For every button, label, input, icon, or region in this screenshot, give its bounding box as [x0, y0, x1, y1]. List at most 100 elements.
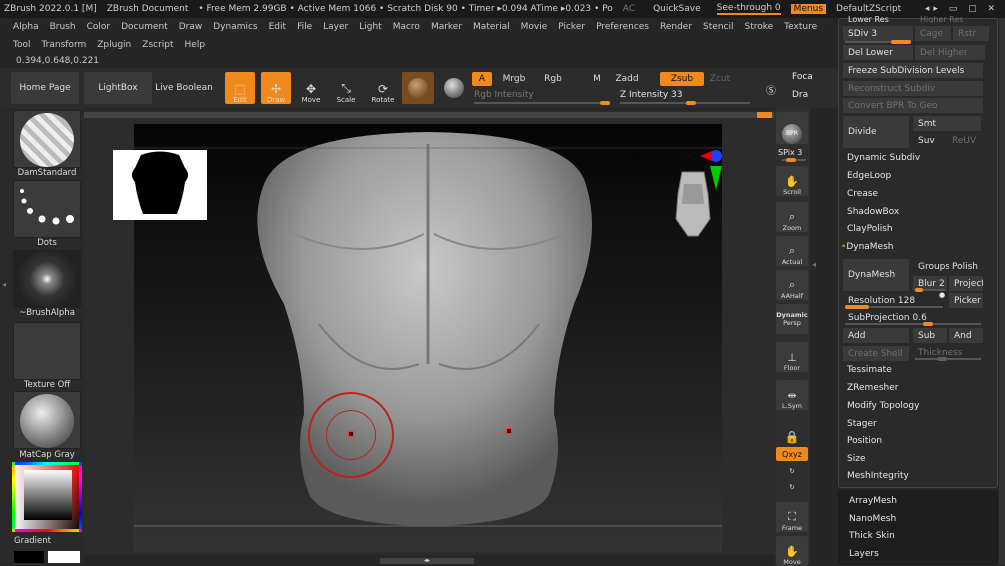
menu-color[interactable]: Color — [87, 22, 111, 32]
mrgb-button[interactable]: Mrgb — [494, 72, 534, 86]
menu-layer[interactable]: Layer — [323, 22, 348, 32]
and-button[interactable]: And — [949, 328, 983, 343]
shadowbox-menu[interactable]: ShadowBox — [847, 207, 899, 217]
zoom-button[interactable]: ⌕ Zoom — [776, 202, 808, 232]
sub-button[interactable]: Sub — [913, 328, 947, 343]
menu-marker[interactable]: Marker — [431, 22, 462, 32]
sdiv-track[interactable] — [845, 40, 911, 44]
draw-button[interactable]: ✢ Draw — [261, 72, 291, 104]
menu-dynamics[interactable]: Dynamics — [213, 22, 257, 32]
tessimate-menu[interactable]: Tessimate — [847, 365, 892, 375]
menu-preferences[interactable]: Preferences — [596, 22, 649, 32]
project-button[interactable]: Project — [949, 276, 983, 291]
z-intensity-slider[interactable]: Z Intensity 33 — [620, 90, 683, 100]
window-controls-icon[interactable]: ◂▸ ▭ ▢ ✕ — [925, 4, 999, 14]
aahalf-button[interactable]: ⌕ AAHalf — [776, 270, 808, 300]
subprojection-track[interactable] — [845, 322, 981, 326]
rstr-button[interactable]: Rstr — [953, 26, 989, 41]
meshintegrity-menu[interactable]: MeshIntegrity — [847, 471, 909, 481]
menu-texture[interactable]: Texture — [784, 22, 817, 32]
smt-button[interactable]: Smt — [913, 116, 981, 131]
menu-brush[interactable]: Brush — [50, 22, 76, 32]
edgeloop-menu[interactable]: EdgeLoop — [847, 171, 891, 181]
axis-gizmo-icon[interactable] — [700, 146, 722, 190]
stroke-thumbnail[interactable] — [13, 180, 81, 238]
menus-button[interactable]: Menus — [790, 4, 827, 14]
picker-button[interactable]: Picker — [949, 293, 983, 308]
menu-draw[interactable]: Draw — [179, 22, 203, 32]
default-zscript-button[interactable]: DefaultZScript — [836, 4, 901, 14]
s-icon[interactable]: Ⓢ — [758, 76, 784, 102]
menu-alpha[interactable]: Alpha — [13, 22, 39, 32]
cage-button[interactable]: Cage — [915, 26, 951, 41]
viewport[interactable] — [134, 124, 722, 552]
menu-tool[interactable]: Tool — [13, 40, 30, 50]
reuv-button[interactable]: ReUV — [947, 133, 981, 148]
spix-slider[interactable]: SPix 3 — [778, 148, 802, 157]
menu-stroke[interactable]: Stroke — [744, 22, 773, 32]
del-higher-button[interactable]: Del Higher — [915, 45, 985, 60]
menu-movie[interactable]: Movie — [521, 22, 548, 32]
m-button[interactable]: M — [588, 72, 606, 86]
groups-toggle[interactable]: Groups — [913, 259, 949, 274]
rgb-intensity-slider[interactable]: Rgb Intensity — [474, 90, 534, 100]
a-button[interactable]: A — [472, 72, 492, 86]
menu-render[interactable]: Render — [660, 22, 692, 32]
scale-button[interactable]: ⤡ Scale — [331, 72, 361, 104]
lower-res-button[interactable]: Lower Res — [843, 15, 913, 23]
menu-macro[interactable]: Macro — [393, 22, 420, 32]
crease-menu[interactable]: Crease — [847, 189, 878, 199]
material-thumbnail[interactable] — [13, 391, 81, 449]
alpha-thumbnail[interactable] — [13, 250, 81, 308]
quicksave-button[interactable]: QuickSave — [653, 4, 701, 14]
divide-button[interactable]: Divide — [843, 116, 909, 148]
texture-sphere-button[interactable] — [440, 72, 468, 104]
lock-button[interactable]: 🔒 — [776, 414, 808, 444]
material-sphere-button[interactable] — [402, 72, 434, 104]
rgb-button[interactable]: Rgb — [536, 72, 570, 86]
brush-thumbnail[interactable] — [13, 110, 81, 168]
dynamesh-button[interactable]: DynaMesh — [843, 259, 909, 291]
claypolish-menu[interactable]: ClayPolish — [847, 224, 893, 234]
nanomesh-menu[interactable]: NanoMesh — [849, 514, 896, 524]
rotate-y-icon[interactable]: ↻ — [776, 464, 808, 478]
draw-size-label[interactable]: Dra — [792, 90, 808, 100]
zremesher-menu[interactable]: ZRemesher — [847, 383, 899, 393]
thick-skin-menu[interactable]: Thick Skin — [849, 531, 895, 541]
menu-zscript[interactable]: Zscript — [142, 40, 173, 50]
main-color-swatch[interactable] — [14, 551, 44, 563]
home-page-button[interactable]: Home Page — [11, 72, 79, 104]
menu-stencil[interactable]: Stencil — [703, 22, 733, 32]
dynamic-subdiv-menu[interactable]: Dynamic Subdiv — [847, 153, 920, 163]
panel-scrollbar[interactable] — [999, 18, 1005, 565]
right-tray-handle-icon[interactable]: ◂ — [812, 260, 820, 320]
menu-transform[interactable]: Transform — [41, 40, 86, 50]
menu-picker[interactable]: Picker — [558, 22, 585, 32]
menu-edit[interactable]: Edit — [269, 22, 286, 32]
sculpt-mesh[interactable] — [134, 124, 722, 552]
focal-shift-label[interactable]: Foca — [792, 72, 813, 82]
convert-bpr-button[interactable]: Convert BPR To Geo — [843, 98, 983, 113]
rotate-button[interactable]: ⟳ Rotate — [368, 72, 398, 104]
left-tray-handle-icon[interactable]: ◂ — [2, 280, 10, 300]
resolution-track[interactable] — [845, 305, 943, 309]
layers-menu[interactable]: Layers — [849, 549, 879, 559]
higher-res-button[interactable]: Higher Res — [915, 15, 985, 23]
rgb-intensity-track[interactable] — [474, 101, 610, 105]
move-view-button[interactable]: ✋ Move — [776, 536, 808, 566]
arraymesh-menu[interactable]: ArrayMesh — [849, 496, 897, 506]
dynamesh-menu[interactable]: •DynaMesh — [841, 242, 893, 252]
lightbox-button[interactable]: LightBox — [84, 72, 152, 104]
size-menu[interactable]: Size — [847, 454, 865, 464]
menu-material[interactable]: Material — [473, 22, 510, 32]
del-lower-button[interactable]: Del Lower — [843, 45, 913, 60]
frame-button[interactable]: ⛶ Frame — [776, 502, 808, 532]
zadd-button[interactable]: Zadd — [610, 72, 644, 86]
secondary-color-swatch[interactable] — [48, 551, 80, 563]
add-button[interactable]: Add — [843, 328, 909, 343]
thickness-track[interactable] — [915, 357, 981, 361]
actual-button[interactable]: ⌕ Actual — [776, 236, 808, 266]
spix-track[interactable] — [782, 158, 806, 162]
stager-menu[interactable]: Stager — [847, 419, 877, 429]
texture-thumbnail[interactable] — [13, 322, 81, 380]
